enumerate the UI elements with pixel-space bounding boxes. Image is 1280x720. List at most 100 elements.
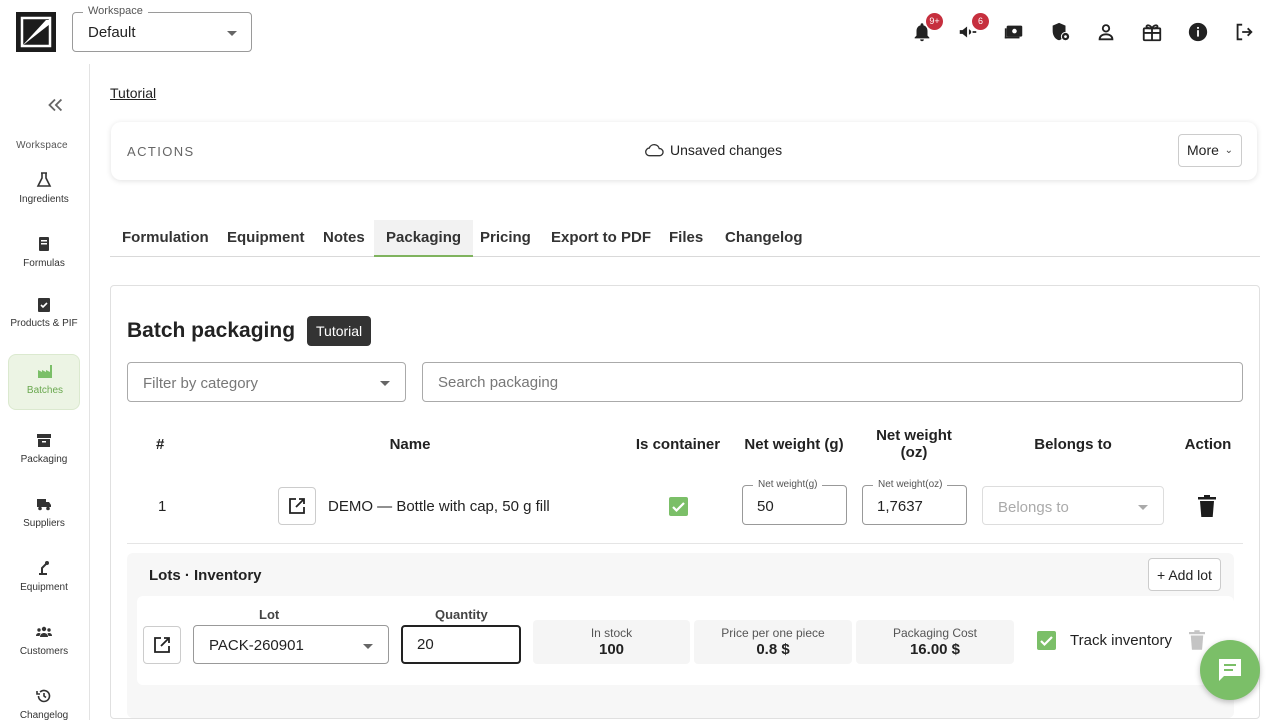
account-button[interactable] xyxy=(1094,20,1118,44)
chevron-down-icon xyxy=(380,381,390,386)
column-header-name: Name xyxy=(389,436,431,453)
delete-row-button[interactable] xyxy=(1198,495,1216,517)
add-lot-button[interactable]: + Add lot xyxy=(1148,558,1221,591)
panel-title: Batch packaging xyxy=(127,319,296,342)
double-chevron-left-icon xyxy=(48,98,63,112)
sidebar-item-packaging[interactable]: Packaging xyxy=(8,424,80,480)
category-filter-select[interactable]: Filter by category xyxy=(127,362,406,402)
chevron-down-icon xyxy=(1138,505,1148,510)
robot-arm-icon xyxy=(39,561,49,575)
notifications-button[interactable]: 9+ xyxy=(910,13,943,44)
belongs-to-placeholder: Belongs to xyxy=(998,499,1069,516)
tab-formulation[interactable]: Formulation xyxy=(110,220,221,257)
tab-notes[interactable]: Notes xyxy=(311,220,377,257)
history-icon xyxy=(36,689,51,703)
actions-card: ACTIONS Unsaved changes More ⌄ xyxy=(111,122,1257,180)
sidebar-item-batches[interactable]: Batches xyxy=(8,354,80,410)
flask-icon xyxy=(36,172,52,187)
workspace-select[interactable]: Workspace Default xyxy=(72,5,252,52)
app-logo[interactable] xyxy=(16,12,56,52)
workspace-label: Workspace xyxy=(83,5,148,17)
lot-label: Lot xyxy=(259,607,280,622)
announcements-badge: 6 xyxy=(972,13,989,30)
open-packaging-button[interactable] xyxy=(278,487,316,525)
logout-icon xyxy=(1236,23,1253,41)
tab-files[interactable]: Files xyxy=(657,220,715,257)
chat-icon xyxy=(1219,659,1241,681)
book-icon xyxy=(39,237,49,251)
info-button[interactable] xyxy=(1186,20,1210,44)
billing-icon xyxy=(1004,25,1023,39)
price-per-piece-stat: Price per one piece 0.8 $ xyxy=(694,620,852,664)
sidebar-item-equipment[interactable]: Equipment xyxy=(8,552,80,608)
sidebar-item-ingredients[interactable]: Ingredients xyxy=(8,164,80,220)
breadcrumb[interactable]: Tutorial xyxy=(110,85,156,101)
is-container-checkbox[interactable] xyxy=(669,497,688,516)
sidebar-item-label: Customers xyxy=(19,646,69,657)
column-header-net-weight-oz: Net weight (oz) xyxy=(876,427,952,461)
lot-select[interactable]: PACK-260901 xyxy=(193,625,389,664)
sidebar-item-formulas[interactable]: Formulas xyxy=(8,228,80,284)
archive-box-icon xyxy=(37,434,51,447)
more-button-label: More xyxy=(1187,142,1219,158)
belongs-to-select[interactable]: Belongs to xyxy=(982,486,1164,525)
security-button[interactable] xyxy=(1048,20,1072,44)
delete-lot-button[interactable] xyxy=(1189,630,1205,650)
billing-button[interactable] xyxy=(1002,20,1026,44)
tab-bar: Formulation Equipment Notes Packaging Pr… xyxy=(110,220,1260,257)
packaging-cost-label: Packaging Cost xyxy=(892,626,978,640)
gift-button[interactable] xyxy=(1140,20,1164,44)
account-icon xyxy=(1098,24,1114,41)
chat-button[interactable] xyxy=(1200,640,1260,700)
row-number: 1 xyxy=(158,498,167,515)
factory-icon xyxy=(38,365,52,378)
category-filter-placeholder: Filter by category xyxy=(143,375,259,392)
workspace-value: Default xyxy=(88,24,136,41)
open-lot-button[interactable] xyxy=(143,626,181,664)
clipboard-check-icon xyxy=(38,298,50,312)
chevron-down-icon: ⌄ xyxy=(1224,145,1233,156)
sidebar-item-label: Packaging xyxy=(20,454,68,465)
tab-equipment[interactable]: Equipment xyxy=(215,220,317,257)
net-weight-g-input[interactable]: Net weight(g) 50 xyxy=(742,479,847,525)
packaging-cost-value: 16.00 $ xyxy=(909,641,961,658)
net-weight-oz-value: 1,7637 xyxy=(877,498,923,515)
announcements-button[interactable]: 6 xyxy=(956,13,989,44)
checkmark-icon xyxy=(672,502,685,513)
net-weight-g-value: 50 xyxy=(757,498,774,515)
net-weight-oz-label: Net weight(oz) xyxy=(873,479,948,490)
search-packaging-input[interactable] xyxy=(422,362,1243,402)
truck-icon xyxy=(37,499,51,511)
actions-title: ACTIONS xyxy=(127,144,195,159)
in-stock-label: In stock xyxy=(590,626,633,640)
column-header-belongs-to: Belongs to xyxy=(1034,436,1112,453)
collapse-sidebar-button[interactable] xyxy=(44,94,66,116)
open-external-icon xyxy=(289,498,305,514)
lot-value: PACK-260901 xyxy=(209,637,304,654)
sidebar: Workspace Ingredients Formulas Products … xyxy=(0,64,90,720)
sidebar-item-label: Products & PIF xyxy=(10,318,78,329)
sidebar-item-label: Formulas xyxy=(23,258,65,269)
checkmark-icon xyxy=(1040,636,1053,647)
sidebar-item-customers[interactable]: Customers xyxy=(8,616,80,672)
track-inventory-checkbox[interactable] xyxy=(1037,631,1056,650)
column-header-net-weight-g: Net weight (g) xyxy=(744,436,844,453)
column-header-is-container: Is container xyxy=(635,436,721,453)
net-weight-oz-input[interactable]: Net weight(oz) 1,7637 xyxy=(862,479,967,525)
tab-packaging[interactable]: Packaging xyxy=(374,220,474,257)
column-header-num: # xyxy=(156,436,165,453)
tab-changelog[interactable]: Changelog xyxy=(713,220,815,257)
more-button[interactable]: More ⌄ xyxy=(1178,134,1242,167)
sidebar-item-changelog[interactable]: Changelog xyxy=(8,680,80,720)
sidebar-item-suppliers[interactable]: Suppliers xyxy=(8,488,80,544)
lots-title: Lots · Inventory xyxy=(149,567,262,584)
net-weight-g-label: Net weight(g) xyxy=(753,479,823,490)
quantity-input[interactable] xyxy=(401,625,521,664)
logout-button[interactable] xyxy=(1232,20,1256,44)
tab-export-pdf[interactable]: Export to PDF xyxy=(539,220,663,257)
chevron-down-icon xyxy=(363,644,373,649)
top-bar: Workspace Default 9+ 6 xyxy=(0,0,1280,64)
sidebar-item-products-pif[interactable]: Products & PIF xyxy=(8,288,80,344)
packaging-name: DEMO — Bottle with cap, 50 g fill xyxy=(328,498,550,515)
tab-pricing[interactable]: Pricing xyxy=(468,220,543,257)
